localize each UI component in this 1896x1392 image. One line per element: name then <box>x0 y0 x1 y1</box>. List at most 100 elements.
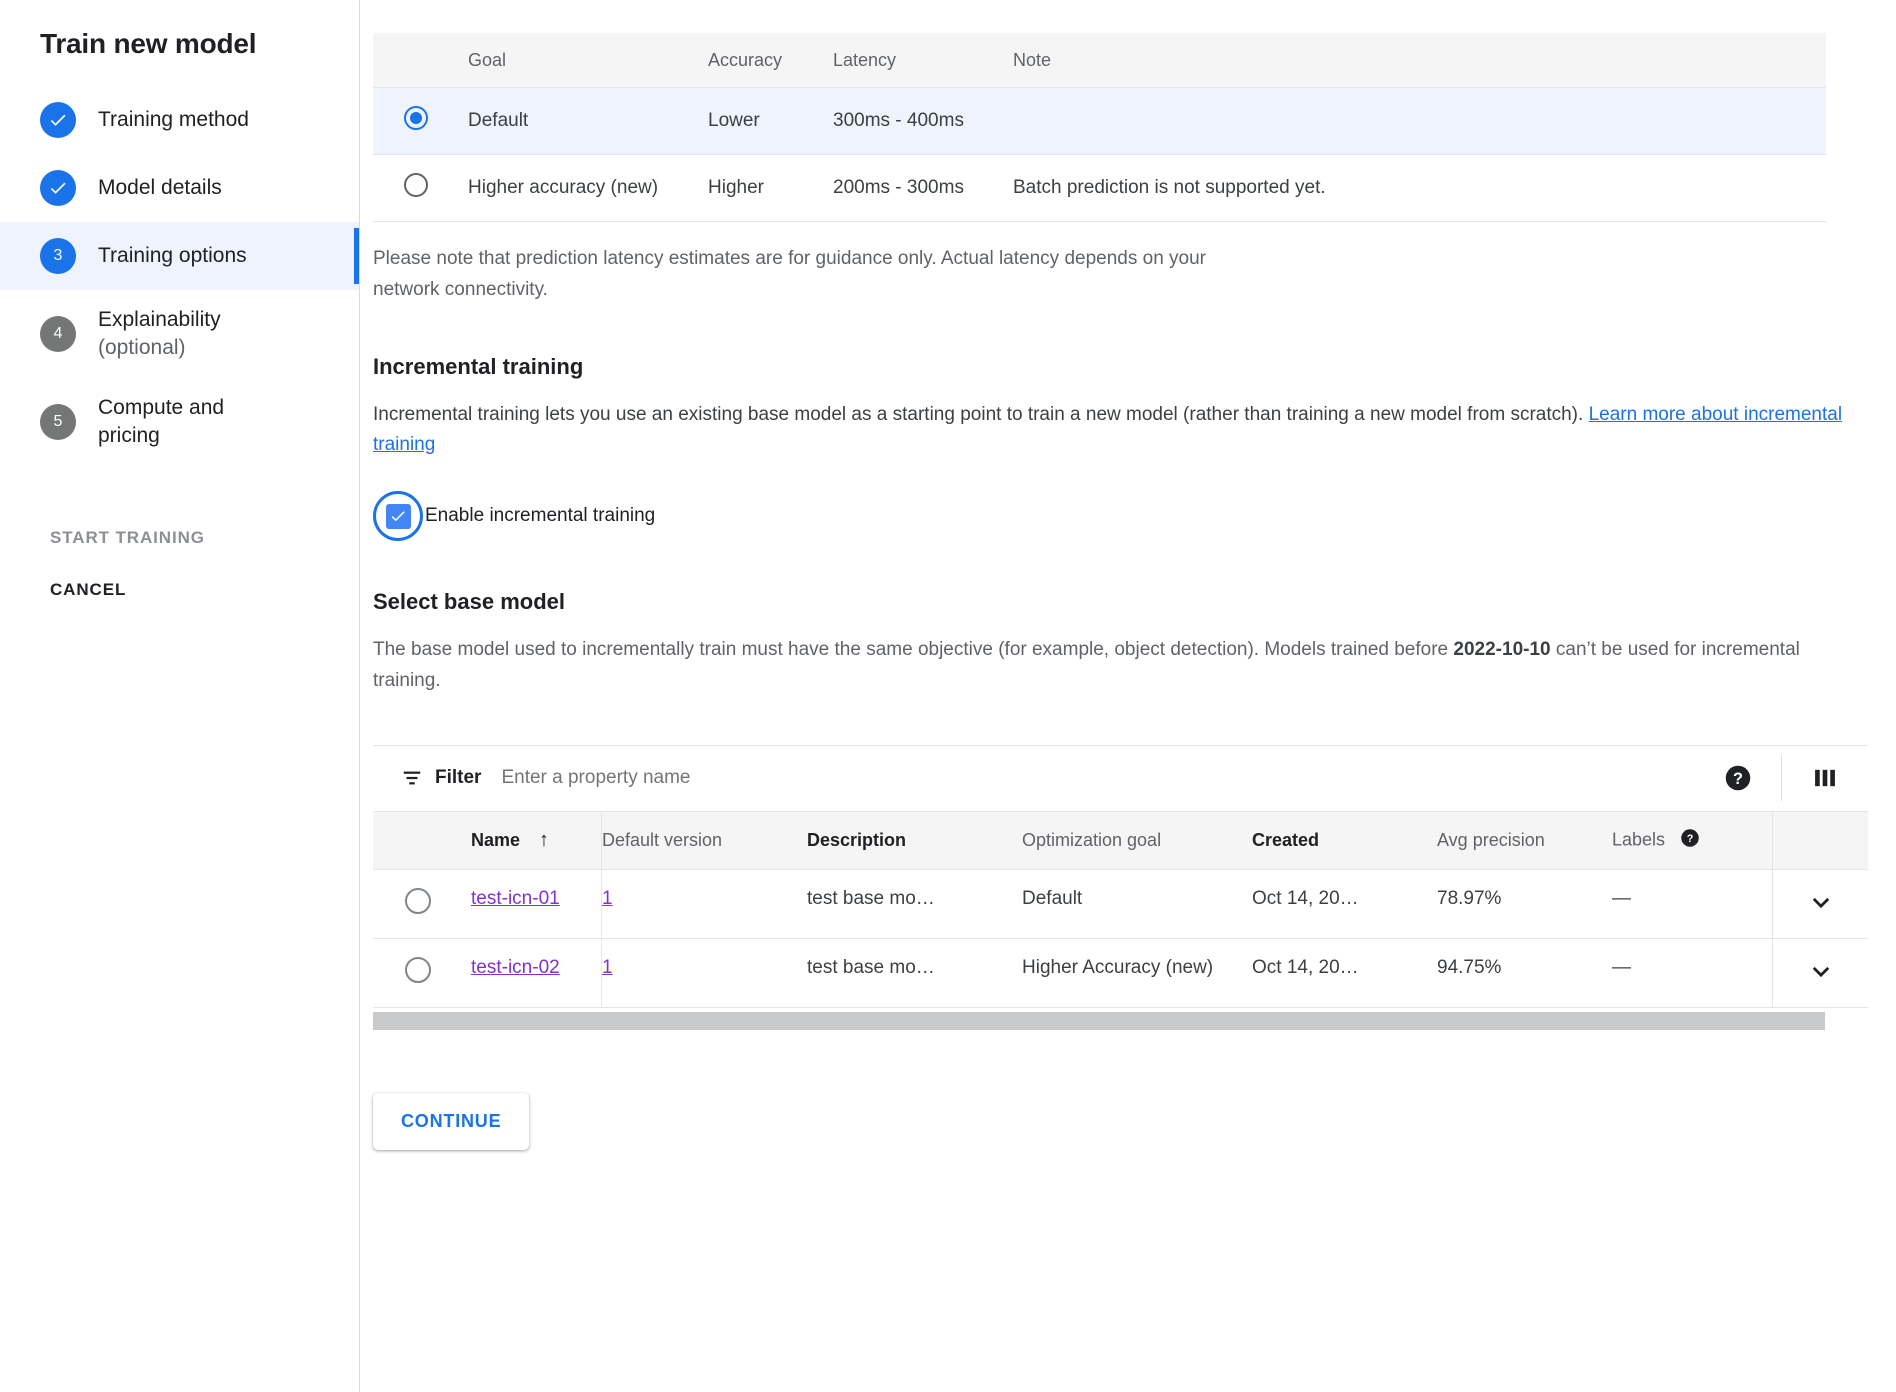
chevron-down-icon[interactable] <box>1773 957 1868 987</box>
optimization-goal-table: Goal Accuracy Latency Note Default Lower… <box>373 33 1826 222</box>
continue-button[interactable]: CONTINUE <box>373 1093 529 1150</box>
table-row[interactable]: test-icn-02 1 test base mo… Higher Accur… <box>373 938 1868 1007</box>
created-cell: Oct 14, 20… <box>1252 869 1437 938</box>
select-base-model-heading: Select base model <box>373 589 1896 615</box>
column-header-name-label: Name <box>471 830 520 850</box>
column-header-avg-precision[interactable]: Avg precision <box>1437 812 1612 870</box>
model-name-cell[interactable]: test-icn-01 <box>471 869 602 938</box>
incremental-training-heading: Incremental training <box>373 354 1896 380</box>
filter-input[interactable] <box>499 766 983 790</box>
labels-help-icon[interactable]: ? <box>1680 828 1700 853</box>
wizard-steps: Training method Model details 3 Training… <box>0 86 359 466</box>
model-name-link[interactable]: test-icn-01 <box>471 888 560 909</box>
sidebar-item-label: Training method <box>98 106 249 134</box>
checkbox-focus-ring <box>373 491 423 541</box>
row-radio-cell[interactable] <box>373 938 471 1007</box>
incremental-training-description: Incremental training lets you use an exi… <box>373 400 1843 462</box>
column-header-note: Note <box>1013 33 1826 88</box>
page-title: Train new model <box>0 0 359 60</box>
sidebar-item-label: Explainability (optional) <box>98 306 221 362</box>
step-number-badge: 3 <box>40 238 76 274</box>
training-options-panel: Goal Accuracy Latency Note Default Lower… <box>360 0 1896 1392</box>
step-number-badge: 4 <box>40 316 76 352</box>
start-training-button[interactable]: START TRAINING <box>50 512 359 564</box>
labels-cell: — <box>1612 938 1773 1007</box>
cancel-button[interactable]: CANCEL <box>50 564 359 616</box>
enable-incremental-training-label: Enable incremental training <box>425 505 655 527</box>
row-radio-cell[interactable] <box>373 869 471 938</box>
labels-cell: — <box>1612 869 1773 938</box>
goal-note <box>1013 88 1826 155</box>
goal-name: Default <box>468 88 708 155</box>
table-row[interactable]: Higher accuracy (new) Higher 200ms - 300… <box>373 155 1826 222</box>
default-version-cell[interactable]: 1 <box>602 869 808 938</box>
goal-name: Higher accuracy (new) <box>468 155 708 222</box>
description-cell: test base mo… <box>807 869 1022 938</box>
sidebar-item-label: Model details <box>98 174 222 202</box>
filter-label: Filter <box>435 767 481 789</box>
radio-button-test-icn-02[interactable] <box>405 957 431 983</box>
model-name-cell[interactable]: test-icn-02 <box>471 938 602 1007</box>
help-icon[interactable]: ? <box>1695 746 1781 811</box>
default-version-cell[interactable]: 1 <box>602 938 808 1007</box>
goal-radio-cell[interactable] <box>373 88 468 155</box>
enable-incremental-training-row[interactable]: Enable incremental training <box>373 491 1896 541</box>
table-row[interactable]: Default Lower 300ms - 400ms <box>373 88 1826 155</box>
scrollbar-thumb[interactable] <box>373 1012 1825 1030</box>
sidebar-item-model-details[interactable]: Model details <box>0 154 359 222</box>
radio-button-test-icn-01[interactable] <box>405 888 431 914</box>
sidebar-item-label: Compute and pricing <box>98 394 224 450</box>
table-header-row: Name ↑ Default version Description Optim… <box>373 812 1868 870</box>
goal-radio-cell[interactable] <box>373 155 468 222</box>
sidebar-item-compute-and-pricing[interactable]: 5 Compute and pricing <box>0 378 359 466</box>
column-header-name[interactable]: Name ↑ <box>471 812 602 870</box>
column-header-created[interactable]: Created <box>1252 812 1437 870</box>
goal-accuracy: Higher <box>708 155 833 222</box>
sidebar-item-label-sub: pricing <box>98 422 224 450</box>
column-header-description[interactable]: Description <box>807 812 1022 870</box>
picker-toolbar-actions: ? <box>1695 746 1868 811</box>
column-header-select <box>373 33 468 88</box>
svg-text:?: ? <box>1733 770 1743 788</box>
column-header-optimization-goal[interactable]: Optimization goal <box>1022 812 1252 870</box>
model-name-link[interactable]: test-icn-02 <box>471 957 560 978</box>
goal-latency: 300ms - 400ms <box>833 88 1013 155</box>
column-header-latency: Latency <box>833 33 1013 88</box>
avg-precision-cell: 94.75% <box>1437 938 1612 1007</box>
expand-cell[interactable] <box>1773 869 1869 938</box>
column-header-default-version[interactable]: Default version <box>602 812 808 870</box>
radio-button-default[interactable] <box>404 106 428 130</box>
columns-icon[interactable] <box>1782 746 1868 811</box>
optimization-goal-cell: Default <box>1022 869 1252 938</box>
horizontal-scrollbar[interactable] <box>373 1012 1825 1030</box>
enable-incremental-training-checkbox[interactable] <box>386 504 411 529</box>
column-header-labels[interactable]: Labels ? <box>1612 812 1773 870</box>
latency-guidance-note: Please note that prediction latency esti… <box>373 244 1253 306</box>
expand-cell[interactable] <box>1773 938 1869 1007</box>
train-new-model-page: Train new model Training method Model de… <box>0 0 1896 1392</box>
goal-accuracy: Lower <box>708 88 833 155</box>
radio-button-higher-accuracy[interactable] <box>404 173 428 197</box>
column-header-goal: Goal <box>468 33 708 88</box>
base-model-picker: Filter ? <box>373 745 1868 1030</box>
column-header-expand <box>1773 812 1869 870</box>
table-header-row: Goal Accuracy Latency Note <box>373 33 1826 88</box>
default-version-link[interactable]: 1 <box>602 957 613 978</box>
chevron-down-icon[interactable] <box>1773 888 1868 918</box>
column-header-labels-label: Labels <box>1612 829 1665 849</box>
sidebar-item-training-method[interactable]: Training method <box>0 86 359 154</box>
picker-toolbar: Filter ? <box>373 746 1868 812</box>
goal-note: Batch prediction is not supported yet. <box>1013 155 1826 222</box>
sidebar-item-training-options[interactable]: 3 Training options <box>0 222 359 290</box>
column-header-select <box>373 812 471 870</box>
sidebar-item-label-main: Explainability <box>98 308 221 331</box>
sidebar-item-label: Training options <box>98 242 247 270</box>
step-number-badge: 5 <box>40 404 76 440</box>
svg-text:?: ? <box>1687 833 1694 845</box>
sidebar-item-explainability[interactable]: 4 Explainability (optional) <box>0 290 359 378</box>
base-model-desc-before: The base model used to incrementally tra… <box>373 639 1453 660</box>
optimization-goal-cell: Higher Accuracy (new) <box>1022 938 1252 1007</box>
default-version-link[interactable]: 1 <box>602 888 613 909</box>
base-model-table: Name ↑ Default version Description Optim… <box>373 812 1868 1008</box>
table-row[interactable]: test-icn-01 1 test base mo… Default Oct … <box>373 869 1868 938</box>
